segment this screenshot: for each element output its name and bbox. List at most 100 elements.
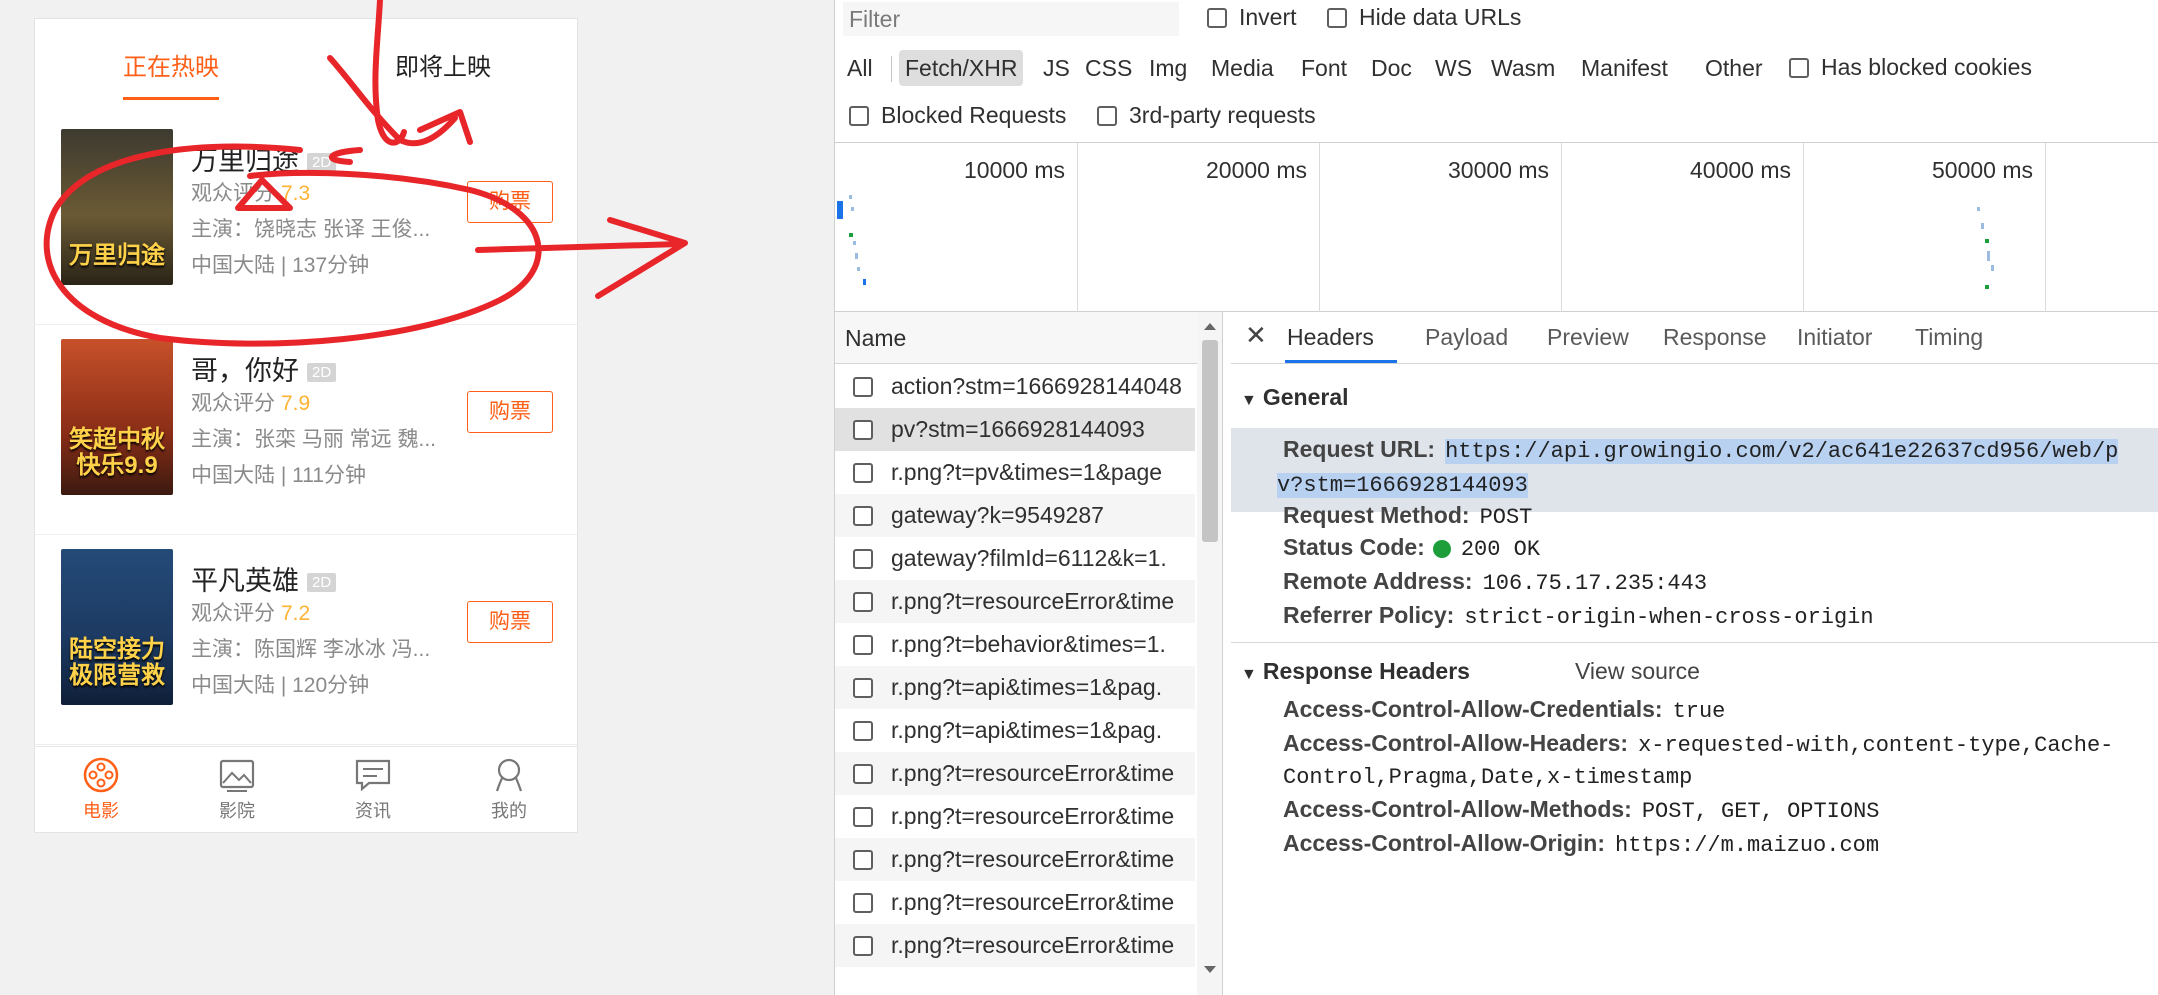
request-checkbox[interactable] [853, 548, 873, 569]
request-checkbox[interactable] [853, 763, 873, 784]
request-row-selected[interactable]: pv?stm=1666928144093 [835, 408, 1195, 451]
buy-ticket-button[interactable]: 购票 [467, 181, 553, 223]
nav-item-cinemas[interactable]: 影院 [187, 755, 287, 823]
type-filter-media[interactable]: Media [1205, 50, 1280, 86]
movie-poster[interactable]: 笑超中秋 快乐9.9 [61, 339, 173, 495]
movie-title[interactable]: 平凡英雄 2D [191, 559, 337, 598]
header-value[interactable]: x-requested-with,content-type,Cache- [1638, 733, 2113, 758]
request-checkbox[interactable] [853, 505, 873, 526]
request-row[interactable]: gateway?filmId=6112&k=1. [835, 537, 1195, 580]
request-row[interactable]: r.png?t=api&times=1&pag. [835, 666, 1195, 709]
checkbox-box[interactable] [1207, 7, 1227, 28]
header-value[interactable]: POST [1480, 505, 1533, 530]
request-row[interactable]: r.png?t=resourceError&time [835, 838, 1195, 881]
tab-preview[interactable]: Preview [1547, 324, 1629, 351]
header-value[interactable]: Control,Pragma,Date,x-timestamp [1283, 765, 1692, 790]
type-filter-ws[interactable]: WS [1429, 50, 1478, 86]
request-row[interactable]: r.png?t=resourceError&time [835, 580, 1195, 623]
request-row[interactable]: gateway?k=9549287 [835, 494, 1195, 537]
type-filter-manifest[interactable]: Manifest [1575, 50, 1674, 86]
request-row[interactable]: r.png?t=resourceError&time [835, 924, 1195, 967]
checkbox-box[interactable] [1097, 105, 1117, 126]
request-checkbox[interactable] [853, 849, 873, 870]
tab-timing[interactable]: Timing [1915, 324, 1983, 351]
type-filter-css[interactable]: CSS [1079, 50, 1138, 86]
request-row[interactable]: r.png?t=behavior&times=1. [835, 623, 1195, 666]
header-value[interactable]: v?stm=1666928144093 [1277, 473, 1528, 498]
buy-ticket-button[interactable]: 购票 [467, 391, 553, 433]
request-list-scrollbar[interactable] [1197, 312, 1222, 995]
buy-ticket-button[interactable]: 购票 [467, 601, 553, 643]
checkbox-box[interactable] [849, 105, 869, 126]
blocked-requests-checkbox[interactable]: Blocked Requests [849, 102, 1066, 129]
movie-item[interactable]: 陆空接力 极限营救 平凡英雄 2D 观众评分 7.2 主演：陈国辉 李冰冰 冯...… [35, 535, 577, 745]
header-value[interactable]: https://m.maizuo.com [1615, 833, 1879, 858]
third-party-requests-checkbox[interactable]: 3rd-party requests [1097, 102, 1316, 129]
request-checkbox[interactable] [853, 462, 873, 483]
header-value[interactable]: https://api.growingio.com/v2/ac641e22637… [1445, 439, 2119, 464]
has-blocked-cookies-checkbox[interactable]: Has blocked cookies [1789, 54, 2032, 81]
request-name: pv?stm=1666928144093 [891, 416, 1145, 442]
poster-title-art: 万里归途 [69, 242, 165, 269]
request-checkbox[interactable] [853, 720, 873, 741]
nav-item-profile[interactable]: 我的 [459, 755, 559, 823]
type-filter-doc[interactable]: Doc [1365, 50, 1418, 86]
request-row[interactable]: r.png?t=resourceError&time [835, 795, 1195, 838]
movie-item[interactable]: 笑超中秋 快乐9.9 哥，你好 2D 观众评分 7.9 主演：张栾 马丽 常远 魏.… [35, 325, 577, 535]
response-headers-section-header[interactable]: ▼ Response Headers [1241, 658, 1470, 685]
request-checkbox[interactable] [853, 376, 873, 397]
request-row[interactable]: r.png?t=pv&times=1&page [835, 451, 1195, 494]
nav-item-movies[interactable]: 电影 [51, 755, 151, 823]
general-section-header[interactable]: ▼ General [1241, 384, 1349, 411]
type-filter-js[interactable]: JS [1037, 50, 1076, 86]
request-checkbox[interactable] [853, 806, 873, 827]
header-key: Remote Address: [1283, 568, 1473, 594]
tab-now-showing[interactable]: 正在热映 [123, 47, 219, 82]
close-icon[interactable]: ✕ [1245, 320, 1267, 351]
request-checkbox[interactable] [853, 591, 873, 612]
request-checkbox[interactable] [853, 892, 873, 913]
type-filter-wasm[interactable]: Wasm [1485, 50, 1561, 86]
tab-response[interactable]: Response [1663, 324, 1767, 351]
request-row[interactable]: r.png?t=api&times=1&pag. [835, 709, 1195, 752]
request-checkbox[interactable] [853, 419, 873, 440]
format-badge: 2D [307, 153, 337, 173]
movie-poster[interactable]: 陆空接力 极限营救 [61, 549, 173, 705]
tab-coming-soon[interactable]: 即将上映 [395, 47, 491, 82]
view-source-link[interactable]: View source [1575, 658, 1700, 685]
movie-item[interactable]: 万里归途 万里归途 2D 观众评分 7.3 主演：饶晓志 张译 王俊... 中国大陆… [35, 115, 577, 325]
request-url: Request URL: https://api.growingio.com/v2… [1283, 436, 2119, 464]
request-row[interactable]: r.png?t=resourceError&time [835, 881, 1195, 924]
nav-item-news[interactable]: 资讯 [323, 755, 423, 823]
header-value[interactable]: strict-origin-when-cross-origin [1464, 605, 1873, 630]
request-row[interactable]: r.png?t=resourceError&time [835, 752, 1195, 795]
header-value[interactable]: 200 OK [1461, 537, 1540, 562]
request-checkbox[interactable] [853, 677, 873, 698]
name-column-header[interactable]: Name [835, 312, 1222, 364]
tab-headers[interactable]: Headers [1287, 324, 1374, 351]
tab-payload[interactable]: Payload [1425, 324, 1508, 351]
scrollbar-thumb[interactable] [1202, 340, 1218, 542]
movie-poster[interactable]: 万里归途 [61, 129, 173, 285]
type-filter-img[interactable]: Img [1143, 50, 1193, 86]
header-value[interactable]: 106.75.17.235:443 [1483, 571, 1707, 596]
movie-title[interactable]: 万里归途 2D [191, 139, 337, 178]
score-value: 7.2 [281, 602, 311, 625]
type-filter-fetch-xhr[interactable]: Fetch/XHR [899, 50, 1024, 86]
type-filter-font[interactable]: Font [1295, 50, 1353, 86]
movie-title[interactable]: 哥，你好 2D [191, 349, 337, 388]
timeline-overview[interactable]: 10000 ms 20000 ms 30000 ms 40000 ms 5000… [835, 142, 2158, 313]
hide-data-urls-checkbox[interactable]: Hide data URLs [1327, 4, 1521, 31]
checkbox-box[interactable] [1327, 7, 1347, 28]
tab-initiator[interactable]: Initiator [1797, 324, 1872, 351]
type-filter-all[interactable]: All [841, 50, 879, 86]
filter-input[interactable] [843, 2, 1179, 36]
type-filter-other[interactable]: Other [1699, 50, 1769, 86]
request-row[interactable]: action?stm=1666928144048 [835, 365, 1195, 408]
invert-checkbox[interactable]: Invert [1207, 4, 1297, 31]
header-value[interactable]: POST, GET, OPTIONS [1642, 799, 1880, 824]
checkbox-box[interactable] [1789, 57, 1809, 78]
request-checkbox[interactable] [853, 634, 873, 655]
header-value[interactable]: true [1673, 699, 1726, 724]
request-checkbox[interactable] [853, 935, 873, 956]
